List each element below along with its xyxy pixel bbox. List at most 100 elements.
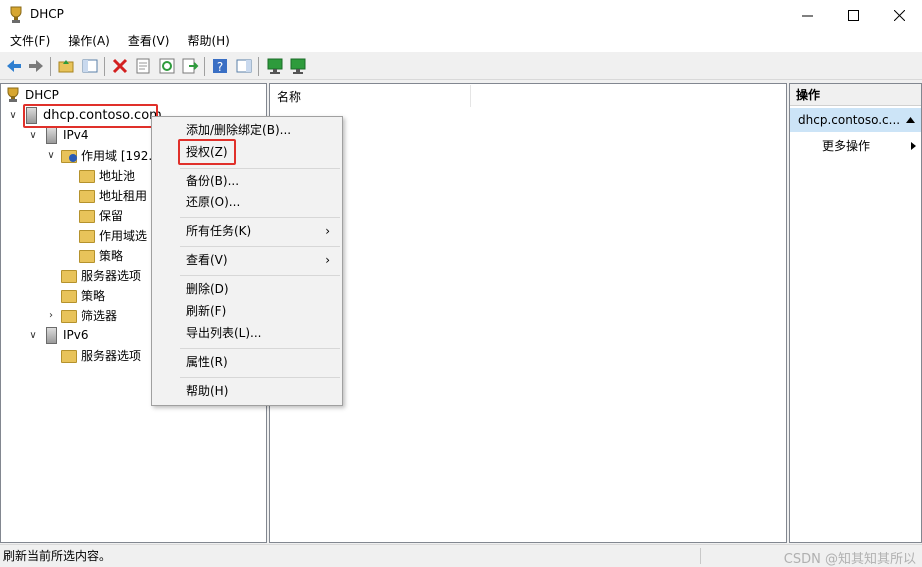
delete-icon[interactable] (111, 57, 129, 75)
context-menu: 添加/删除绑定(B)... 授权(Z) 备份(B)... 还原(O)... 所有… (151, 116, 343, 406)
minimize-button[interactable] (784, 0, 830, 30)
menu-separator (180, 348, 340, 349)
menu-backup[interactable]: 备份(B)... (154, 171, 340, 192)
highlight-box-authorize (178, 139, 236, 165)
folder-icon (79, 227, 95, 243)
menu-refresh[interactable]: 刷新(F) (154, 301, 340, 322)
menu-separator (180, 377, 340, 378)
filter-folder-icon (61, 307, 77, 323)
chevron-down-icon[interactable]: ∨ (27, 329, 39, 341)
actions-target-header[interactable]: dhcp.contoso.c... (790, 108, 921, 132)
tree-item-ipv6-server-options[interactable]: 服务器选项 (61, 345, 141, 365)
maximize-icon (847, 9, 859, 21)
menu-action[interactable]: 操作(A) (58, 30, 118, 52)
toolbar-separator (104, 57, 105, 76)
menu-separator (180, 217, 340, 218)
menu-add-remove-bindings[interactable]: 添加/删除绑定(B)... (154, 120, 340, 141)
tree-item-scope-policies[interactable]: 策略 (79, 245, 123, 265)
menu-view[interactable]: 查看(V) (118, 30, 178, 52)
menu-file[interactable]: 文件(F) (0, 30, 58, 52)
help-icon[interactable]: ? (211, 57, 229, 75)
tree-label: 作用域 [192. (81, 148, 153, 163)
toolbar-separator (50, 57, 51, 76)
dhcp-app-icon (10, 6, 22, 23)
minimize-icon (801, 15, 813, 16)
show-hide-tree-icon[interactable] (81, 57, 99, 75)
column-header-name[interactable]: 名称 (271, 85, 471, 107)
tree-item-dhcp-root[interactable]: DHCP (5, 85, 59, 105)
tree-item-filters[interactable]: › 筛选器 (45, 305, 117, 325)
actions-pane: 操作 dhcp.contoso.c... 更多操作 (789, 83, 922, 543)
menu-help[interactable]: 帮助(H) (154, 381, 340, 402)
status-divider (700, 548, 701, 564)
more-actions[interactable]: 更多操作 (822, 136, 920, 156)
menu-properties[interactable]: 属性(R) (154, 352, 340, 373)
tree-item-address-pool[interactable]: 地址池 (79, 165, 135, 185)
menu-view[interactable]: 查看(V) › (154, 250, 340, 271)
chevron-down-icon[interactable]: ∨ (45, 149, 57, 161)
chevron-down-icon[interactable]: ∨ (7, 109, 19, 121)
tree-item-scope[interactable]: ∨ 作用域 [192. (45, 145, 152, 165)
ipv6-server-icon (43, 327, 59, 344)
tree-label: DHCP (25, 88, 59, 102)
actions-target-label: dhcp.contoso.c... (798, 113, 901, 127)
content-pane: 名称 (269, 83, 787, 543)
menu-separator (180, 246, 340, 247)
dhcp-root-icon (7, 87, 19, 102)
server-icon[interactable] (266, 57, 284, 75)
collapse-up-icon[interactable] (906, 117, 915, 123)
folder-icon (79, 247, 95, 263)
export-list-icon[interactable] (181, 57, 199, 75)
show-hide-action-pane-icon[interactable] (235, 57, 253, 75)
close-button[interactable] (876, 0, 922, 30)
add-server-icon[interactable] (289, 57, 307, 75)
tree-item-address-leases[interactable]: 地址租用 (79, 185, 147, 205)
tree-label: 策略 (81, 288, 106, 303)
menu-all-tasks-label: 所有任务(K) (186, 224, 252, 238)
folder-icon (79, 167, 95, 183)
properties-icon[interactable] (134, 57, 152, 75)
menu-help[interactable]: 帮助(H) (177, 30, 237, 52)
forward-icon[interactable] (27, 57, 45, 75)
menu-bar: 文件(F) 操作(A) 查看(V) 帮助(H) (0, 30, 922, 52)
tree-label: 策略 (99, 248, 124, 263)
toolbar-separator (204, 57, 205, 76)
folder-icon (61, 287, 77, 303)
tree-item-scope-options[interactable]: 作用域选 (79, 225, 147, 245)
tree-label: 作用域选 (99, 228, 148, 243)
maximize-button[interactable] (830, 0, 876, 30)
tree-item-policies[interactable]: 策略 (61, 285, 105, 305)
tree-item-ipv4[interactable]: ∨ IPv4 (27, 125, 89, 145)
back-icon[interactable] (5, 57, 23, 75)
submenu-arrow-icon (911, 142, 916, 150)
status-text: 刷新当前所选内容。 (3, 549, 112, 563)
info-badge-icon (69, 154, 77, 162)
tree-label: 服务器选项 (81, 348, 142, 363)
tree-item-reservations[interactable]: 保留 (79, 205, 123, 225)
actions-title: 操作 (790, 84, 921, 106)
tree-item-ipv6[interactable]: ∨ IPv6 (27, 325, 89, 345)
refresh-icon[interactable] (158, 57, 176, 75)
folder-icon (79, 187, 95, 203)
menu-separator (180, 168, 340, 169)
tree-label: 服务器选项 (81, 268, 142, 283)
up-folder-icon[interactable] (57, 57, 75, 75)
menu-delete[interactable]: 删除(D) (154, 279, 340, 300)
menu-export-list[interactable]: 导出列表(L)... (154, 323, 340, 344)
tree-item-server-options[interactable]: 服务器选项 (61, 265, 141, 285)
tree-label: 保留 (99, 208, 124, 223)
folder-icon (79, 207, 95, 223)
menu-all-tasks[interactable]: 所有任务(K) › (154, 221, 340, 242)
menu-separator (180, 275, 340, 276)
highlight-box-server (23, 104, 158, 128)
toolbar-separator (258, 57, 259, 76)
scope-folder-icon (61, 147, 77, 163)
watermark: CSDN @知其知其所以 (783, 552, 916, 567)
tree-label: 地址池 (99, 168, 136, 183)
chevron-right-icon: › (325, 253, 330, 267)
menu-restore[interactable]: 还原(O)... (154, 192, 340, 213)
chevron-down-icon[interactable]: ∨ (27, 129, 39, 141)
ipv4-server-icon (43, 127, 59, 144)
chevron-right-icon: › (325, 224, 330, 238)
chevron-right-icon[interactable]: › (45, 309, 57, 321)
